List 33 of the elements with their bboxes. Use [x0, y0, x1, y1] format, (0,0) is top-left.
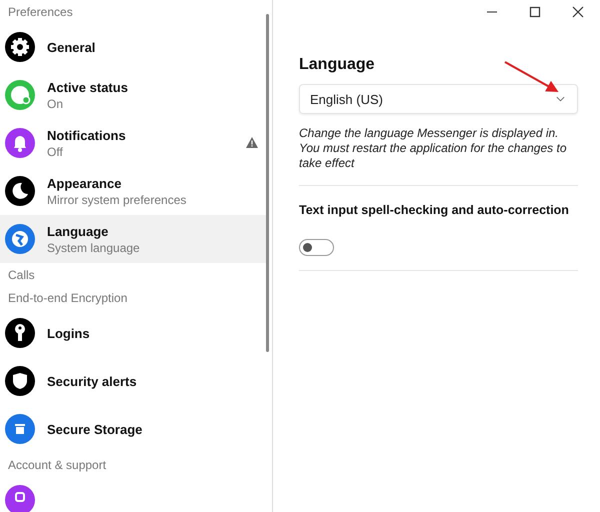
item-title: General — [47, 40, 96, 54]
sidebar-item[interactable]: Secure Storage — [0, 405, 266, 453]
scrollbar[interactable] — [266, 14, 269, 352]
item-title: Notifications — [47, 128, 126, 142]
section-header: End-to-end Encryption — [7, 290, 128, 307]
sidebar-item[interactable]: Logins — [0, 309, 266, 357]
item-subtitle: Mirror system preferences — [47, 192, 186, 206]
item-title: Appearance — [47, 176, 122, 190]
item-subtitle: Off — [47, 144, 64, 158]
sidebar-item[interactable]: Notifications Off — [0, 119, 266, 167]
setting-label: Text input spell-checking and auto-correction — [299, 203, 570, 217]
item-title: Logins — [47, 326, 90, 340]
sidebar-item[interactable]: General — [0, 23, 266, 71]
sidebar-item[interactable]: Appearance Mirror system preferences — [0, 167, 266, 215]
section-header: Account & support — [7, 457, 108, 474]
maximize-icon[interactable] — [529, 6, 541, 18]
sidebar-item[interactable]: Active status On — [0, 71, 266, 119]
toggle-switch[interactable] — [299, 239, 334, 256]
section-header: Preferences — [7, 4, 74, 21]
item-subtitle: System language — [47, 240, 140, 254]
item-title: Security alerts — [47, 374, 137, 388]
item-title: Secure Storage — [47, 422, 142, 436]
item-title: Active status — [47, 80, 128, 94]
sidebar-item[interactable]: Security alerts — [0, 357, 266, 405]
item-subtitle: On — [47, 96, 64, 110]
language-dropdown[interactable]: English (US) — [299, 84, 578, 114]
description-text: Change the language Messenger is displayed in. You must restart the application for the changes to take effect — [299, 126, 568, 171]
close-icon[interactable] — [572, 6, 584, 18]
chevron-down-icon — [556, 96, 565, 102]
section-header: Calls — [7, 267, 36, 284]
sidebar-item[interactable]: Language System language — [0, 215, 266, 263]
section-title: Language — [299, 56, 376, 74]
item-title: Language — [47, 224, 110, 238]
